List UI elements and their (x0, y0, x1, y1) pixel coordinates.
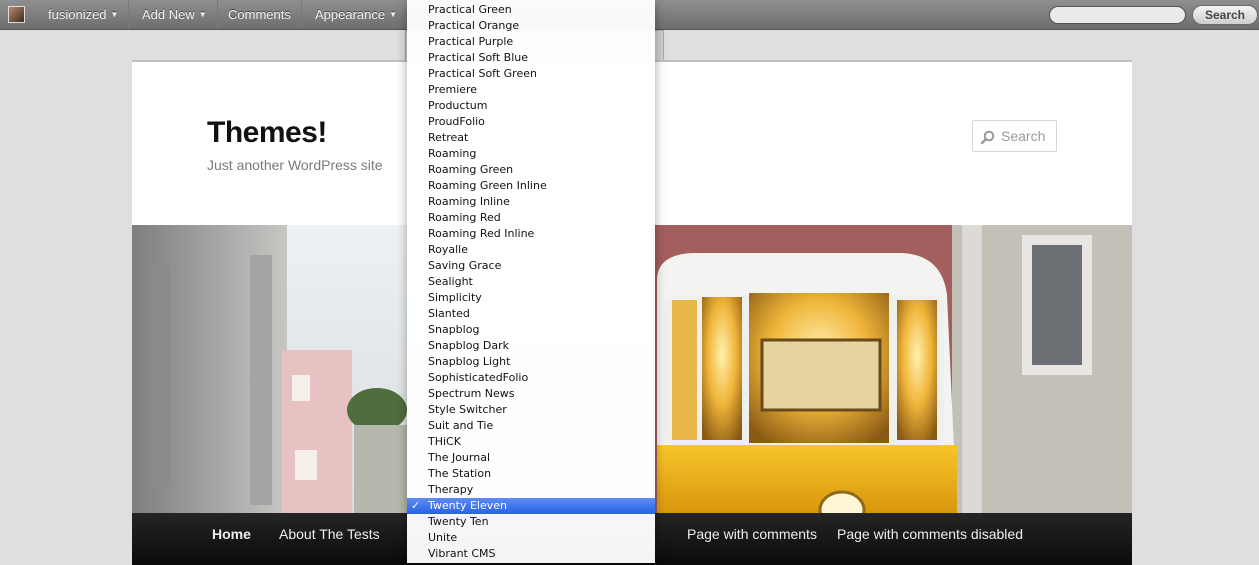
theme-option-label: SophisticatedFolio (428, 371, 529, 384)
theme-option-label: Roaming Red (428, 211, 501, 224)
theme-option[interactable]: Practical Purple (407, 34, 655, 50)
theme-option[interactable]: Practical Orange (407, 18, 655, 34)
search-icon (981, 130, 995, 144)
theme-option-label: The Journal (428, 451, 490, 464)
user-avatar[interactable] (8, 6, 25, 23)
theme-option[interactable]: Snapblog (407, 322, 655, 338)
theme-option-label: Practical Soft Blue (428, 51, 529, 64)
theme-option-label: Spectrum News (428, 387, 515, 400)
theme-option[interactable]: Simplicity (407, 290, 655, 306)
nav-item-about-the-tests[interactable]: About The Tests (279, 513, 380, 555)
theme-option-label: Royalle (428, 243, 469, 256)
theme-option[interactable]: Retreat (407, 130, 655, 146)
theme-option[interactable]: Suit and Tie (407, 418, 655, 434)
theme-option[interactable]: Unite (407, 530, 655, 546)
checkmark-icon: ✓ (411, 499, 421, 512)
theme-option-label: THiCK (428, 435, 461, 448)
nav-item-page-with-comments-disabled[interactable]: Page with comments disabled (837, 513, 1023, 555)
theme-switcher-dropdown[interactable]: Practical Green Practical Orange Practical… (407, 0, 655, 563)
chevron-down-icon: ▼ (198, 10, 207, 19)
theme-option[interactable]: Style Switcher (407, 402, 655, 418)
theme-option[interactable]: Roaming (407, 146, 655, 162)
appearance-label: Appearance (315, 7, 386, 22)
theme-option[interactable]: Roaming Red (407, 210, 655, 226)
theme-option-label: Productum (428, 99, 488, 112)
admin-bar-search-button[interactable]: Search (1192, 5, 1258, 25)
theme-option[interactable]: THiCK (407, 434, 655, 450)
theme-option[interactable]: Royalle (407, 242, 655, 258)
site-title[interactable]: Themes! (207, 116, 327, 150)
theme-option[interactable]: Roaming Green Inline (407, 178, 655, 194)
theme-option-label: Suit and Tie (428, 419, 494, 432)
theme-option[interactable]: SophisticatedFolio (407, 370, 655, 386)
theme-option-label: Unite (428, 531, 458, 544)
theme-option-label: Roaming Red Inline (428, 227, 535, 240)
comments-label: Comments (228, 7, 291, 22)
site-name-label: fusionized (48, 7, 107, 22)
theme-option-label: Roaming (428, 147, 477, 160)
theme-option-label: Snapblog Dark (428, 339, 510, 352)
theme-option-label: Practical Green (428, 3, 512, 16)
theme-option-label: The Station (428, 467, 492, 480)
add-new-label: Add New (142, 7, 195, 22)
chevron-down-icon: ▼ (389, 10, 398, 19)
theme-option-label: Slanted (428, 307, 470, 320)
theme-option-label: Roaming Inline (428, 195, 510, 208)
theme-option-label: Retreat (428, 131, 469, 144)
theme-option[interactable]: Practical Green (407, 2, 655, 18)
theme-option-label: Roaming Green Inline (428, 179, 547, 192)
admin-bar-appearance[interactable]: Appearance ▼ (305, 0, 407, 29)
theme-option[interactable]: ✓ Twenty Eleven (407, 498, 655, 514)
theme-option[interactable]: Slanted (407, 306, 655, 322)
admin-bar-comments[interactable]: Comments (218, 0, 302, 29)
theme-option[interactable]: Vibrant CMS (407, 546, 655, 562)
theme-option-label: Therapy (428, 483, 474, 496)
admin-bar-add-new[interactable]: Add New ▼ (132, 0, 218, 29)
theme-option[interactable]: ProudFolio (407, 114, 655, 130)
theme-option[interactable]: Spectrum News (407, 386, 655, 402)
theme-option-label: Vibrant CMS (428, 547, 496, 560)
theme-option[interactable]: Productum (407, 98, 655, 114)
theme-option-label: Roaming Green (428, 163, 514, 176)
theme-option[interactable]: Practical Soft Green (407, 66, 655, 82)
theme-option-label: Premiere (428, 83, 478, 96)
theme-option-label: Snapblog Light (428, 355, 511, 368)
theme-option[interactable]: Sealight (407, 274, 655, 290)
theme-option[interactable]: The Station (407, 466, 655, 482)
theme-option[interactable]: Therapy (407, 482, 655, 498)
theme-option-label: Twenty Ten (428, 515, 489, 528)
theme-option-label: Practical Orange (428, 19, 520, 32)
theme-option[interactable]: Roaming Red Inline (407, 226, 655, 242)
theme-option[interactable]: Roaming Inline (407, 194, 655, 210)
theme-option-label: Practical Soft Green (428, 67, 537, 80)
nav-item-home[interactable]: Home (212, 513, 251, 555)
theme-option-label: ProudFolio (428, 115, 485, 128)
site-search-input[interactable]: Search (972, 120, 1057, 152)
theme-option-label: Sealight (428, 275, 473, 288)
theme-option-label: Practical Purple (428, 35, 514, 48)
theme-option[interactable]: Twenty Ten (407, 514, 655, 530)
theme-option[interactable]: Snapblog Dark (407, 338, 655, 354)
admin-bar-site-menu[interactable]: fusionized ▼ (38, 0, 130, 29)
theme-option-label: Simplicity (428, 291, 482, 304)
admin-bar-search-input[interactable] (1049, 6, 1186, 24)
site-description: Just another WordPress site (207, 157, 383, 173)
theme-option[interactable]: The Journal (407, 450, 655, 466)
theme-option[interactable]: Practical Soft Blue (407, 50, 655, 66)
site-search-placeholder: Search (1001, 128, 1046, 144)
theme-option[interactable]: Roaming Green (407, 162, 655, 178)
chevron-down-icon: ▼ (110, 10, 119, 19)
theme-option-label: Snapblog (428, 323, 480, 336)
theme-option[interactable]: Saving Grace (407, 258, 655, 274)
theme-option[interactable]: Premiere (407, 82, 655, 98)
theme-option-label: Saving Grace (428, 259, 502, 272)
theme-option-label: Twenty Eleven (428, 499, 507, 512)
nav-item-page-with-comments[interactable]: Page with comments (687, 513, 817, 555)
theme-option-label: Style Switcher (428, 403, 507, 416)
theme-option[interactable]: Snapblog Light (407, 354, 655, 370)
